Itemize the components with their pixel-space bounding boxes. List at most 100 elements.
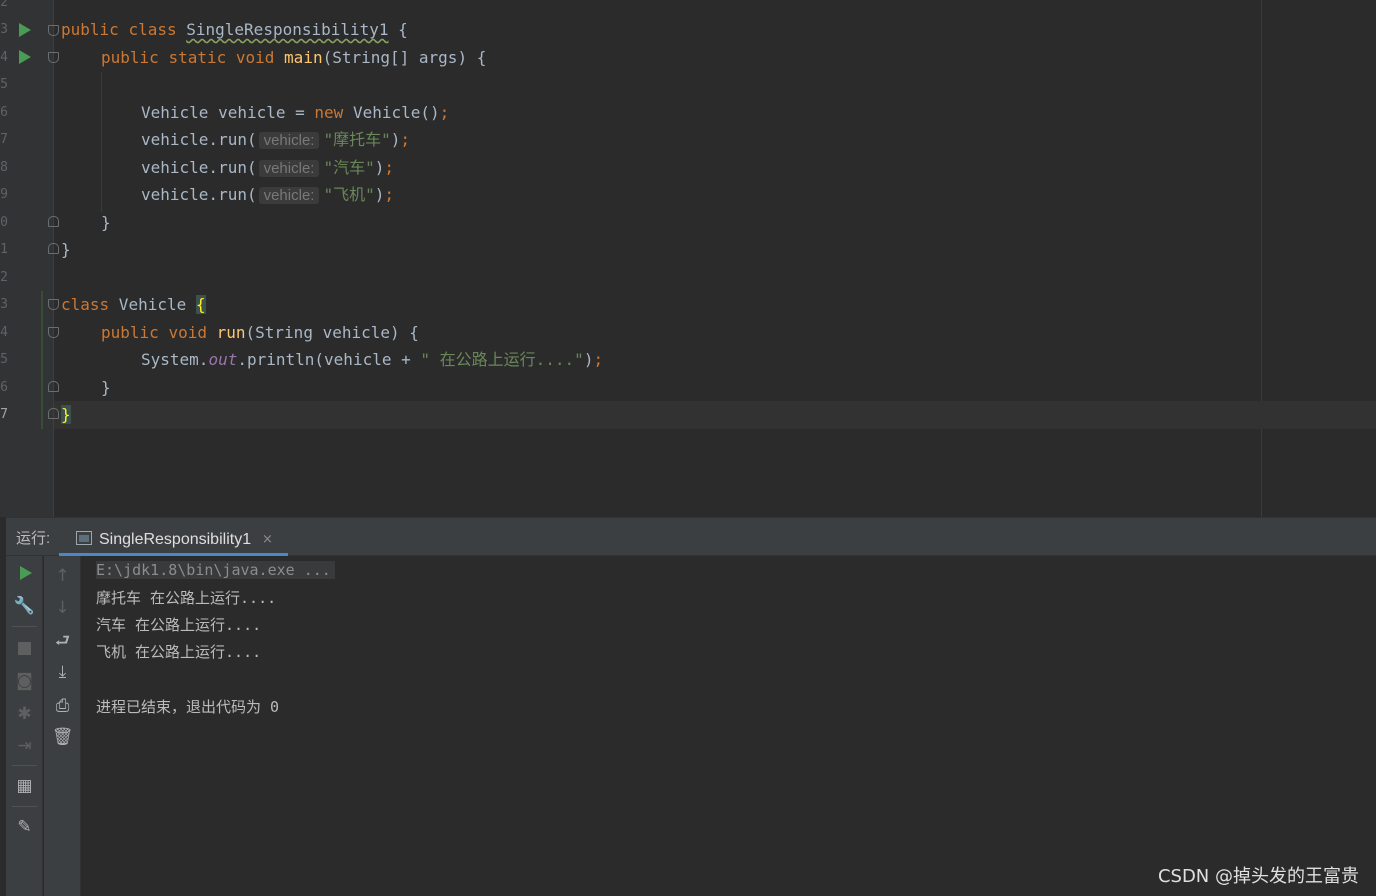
console-command-line: E:\jdk1.8\bin\java.exe ... — [96, 557, 335, 584]
keyword: void — [168, 323, 207, 342]
code-line-run-call: vehicle.run(vehicle: "摩托车"); — [141, 126, 410, 153]
keyword: void — [235, 48, 275, 67]
constructor: Vehicle() — [352, 103, 440, 122]
fold-icon[interactable] — [48, 52, 59, 63]
keyword: public — [61, 20, 119, 39]
params: (String[] args) { — [322, 48, 487, 67]
right-margin-guide — [1261, 0, 1262, 517]
stop-icon[interactable]: ■ — [6, 636, 43, 660]
toolbar-separator — [12, 765, 37, 766]
fold-icon[interactable] — [48, 243, 59, 254]
pin-icon[interactable]: ✎ — [6, 815, 43, 839]
code-line-close-brace: } — [101, 378, 111, 397]
code-line-vehicle-class: class Vehicle { — [61, 291, 206, 318]
console-line: 摩托车 在公路上运行.... — [96, 589, 277, 607]
keyword: new — [314, 103, 344, 122]
string-literal: "飞机" — [323, 185, 375, 204]
debug-icon[interactable]: ✱ — [6, 702, 43, 726]
line-number: 6 — [0, 380, 8, 395]
line-number: 7 — [0, 132, 8, 147]
code-line-class-decl: public class SingleResponsibility1 { — [61, 16, 408, 43]
println-call: .println(vehicle + — [237, 350, 421, 369]
class-name: SingleResponsibility1 — [186, 20, 389, 39]
run-tool-window: 运行: SingleResponsibility1 × 🔧 ■ ◙ ✱ ⇥ ▦ … — [6, 517, 1376, 896]
semicolon: ; — [400, 130, 411, 149]
paren: ) — [390, 130, 401, 149]
console-exit-line: 进程已结束，退出代码为 0 — [96, 698, 280, 716]
rerun-icon[interactable] — [20, 566, 32, 580]
console-icon — [76, 531, 92, 545]
code-editor[interactable]: 2 3 4 5 6 7 8 9 0 1 2 3 4 5 6 7 public c… — [0, 0, 1376, 517]
fold-icon[interactable] — [48, 327, 59, 338]
code-line-close-brace: } — [101, 213, 111, 232]
line-number: 0 — [0, 215, 8, 230]
fold-icon[interactable] — [48, 25, 59, 36]
indent-guide — [101, 72, 102, 212]
close-icon[interactable]: × — [262, 524, 273, 553]
wrench-icon[interactable]: 🔧 — [6, 594, 43, 618]
paren: ) — [374, 158, 385, 177]
line-number: 3 — [0, 22, 8, 37]
up-arrow-icon[interactable]: ↑ — [44, 564, 81, 588]
scroll-to-end-icon[interactable]: ⤓ — [44, 660, 81, 684]
line-number: 1 — [0, 242, 8, 257]
print-icon[interactable]: ⎙ — [44, 694, 81, 718]
matched-brace: { — [195, 295, 206, 314]
parameter-hint: vehicle: — [258, 132, 320, 149]
tab-single-responsibility[interactable]: SingleResponsibility1 × — [59, 524, 288, 556]
semicolon: ; — [439, 103, 450, 122]
console-line: 飞机 在公路上运行.... — [96, 643, 262, 661]
run-toolbar-primary: 🔧 ■ ◙ ✱ ⇥ ▦ ✎ — [6, 556, 43, 896]
call: vehicle.run( — [141, 185, 257, 204]
fold-icon[interactable] — [48, 408, 59, 419]
method-name: run — [216, 323, 246, 342]
gutter-divider — [53, 0, 54, 517]
code-line-main-decl: public static void main(String[] args) { — [101, 44, 486, 71]
toolbar-separator — [12, 626, 37, 627]
fold-icon[interactable] — [48, 381, 59, 392]
code-line-vehicle-decl: Vehicle vehicle = new Vehicle(); — [141, 99, 449, 126]
layout-icon[interactable]: ▦ — [6, 774, 43, 798]
keyword: public — [101, 48, 159, 67]
call: vehicle.run( — [141, 158, 257, 177]
camera-icon[interactable]: ◙ — [6, 669, 43, 693]
vcs-change-marker — [41, 291, 43, 429]
line-number: 4 — [0, 50, 8, 65]
paren: ) — [374, 185, 385, 204]
trash-icon[interactable]: 🗑 — [44, 725, 81, 749]
exit-icon[interactable]: ⇥ — [6, 734, 43, 758]
matched-brace: } — [61, 405, 71, 424]
system: System. — [141, 350, 209, 369]
down-arrow-icon[interactable]: ↓ — [44, 596, 81, 620]
toolbar-separator — [12, 806, 37, 807]
keyword: static — [168, 48, 227, 67]
code-line-run-call: vehicle.run(vehicle: "汽车"); — [141, 154, 394, 181]
line-number: 6 — [0, 105, 8, 120]
run-header: 运行: SingleResponsibility1 × — [6, 518, 1376, 556]
java-command[interactable]: E:\jdk1.8\bin\java.exe ... — [96, 561, 335, 579]
fold-icon[interactable] — [48, 299, 59, 310]
code-line-close-brace-current: } — [61, 401, 71, 428]
method-name: main — [284, 48, 323, 67]
fold-icon[interactable] — [48, 216, 59, 227]
line-number: 5 — [0, 352, 8, 367]
line-number: 2 — [0, 270, 8, 285]
field-out: out — [208, 350, 238, 369]
line-number: 5 — [0, 77, 8, 92]
line-number: 9 — [0, 187, 8, 202]
run-title: 运行: — [16, 530, 51, 547]
string-literal: "汽车" — [323, 158, 375, 177]
run-class-icon[interactable] — [19, 23, 31, 37]
string-literal: " 在公路上运行...." — [420, 350, 584, 369]
run-main-icon[interactable] — [19, 50, 31, 64]
tab-label: SingleResponsibility1 — [99, 531, 252, 548]
keyword: public — [101, 323, 159, 342]
brace: { — [388, 20, 408, 39]
code-line-run-call: vehicle.run(vehicle: "飞机"); — [141, 181, 394, 208]
semicolon: ; — [593, 350, 604, 369]
soft-wrap-icon[interactable]: ⮐ — [44, 629, 81, 653]
call: vehicle.run( — [141, 130, 257, 149]
parameter-hint: vehicle: — [258, 160, 320, 177]
string-literal: "摩托车" — [323, 130, 391, 149]
paren: ) — [583, 350, 594, 369]
